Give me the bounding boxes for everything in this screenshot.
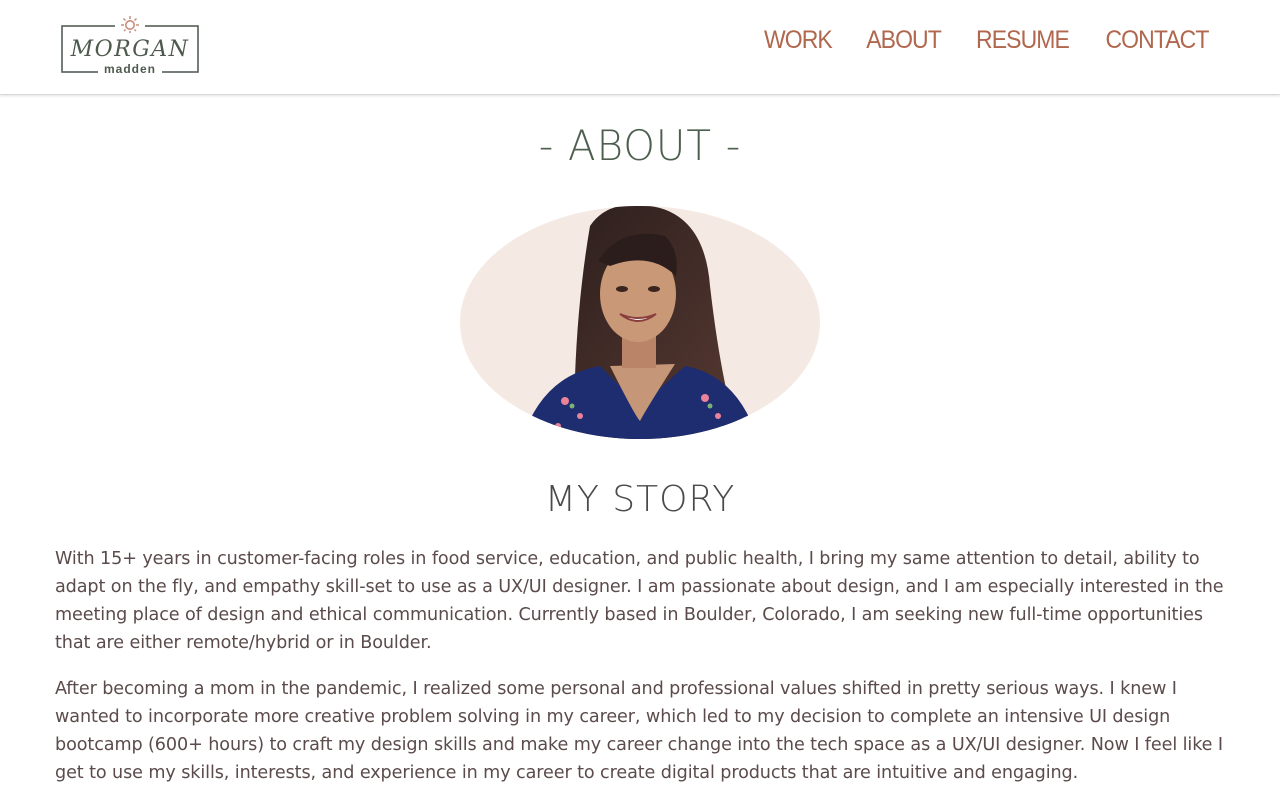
story-paragraph: With 15+ years in customer-facing roles …: [55, 549, 1224, 653]
site-header: MORGAN madden WORK ABOUT RESUME CONTACT: [0, 0, 1280, 95]
page-title: - ABOUT -: [538, 121, 742, 170]
main-nav: WORK ABOUT RESUME CONTACT: [761, 26, 1213, 55]
nav-link-work[interactable]: WORK: [764, 26, 833, 55]
section-title-my-story: MY STORY: [544, 479, 736, 520]
story-text: With 15+ years in customer-facing roles …: [55, 545, 1227, 805]
nav-link-about[interactable]: ABOUT: [866, 26, 942, 55]
nav-link-contact[interactable]: CONTACT: [1105, 26, 1209, 55]
story-paragraph: After becoming a mom in the pandemic, I …: [55, 679, 1223, 783]
logo-mark: MORGAN madden: [61, 16, 199, 76]
logo-name-top: MORGAN: [70, 37, 190, 62]
nav-link-resume[interactable]: RESUME: [976, 26, 1070, 55]
logo[interactable]: MORGAN madden: [60, 15, 200, 77]
logo-name-bottom: madden: [104, 62, 156, 76]
profile-photo: [460, 206, 820, 439]
